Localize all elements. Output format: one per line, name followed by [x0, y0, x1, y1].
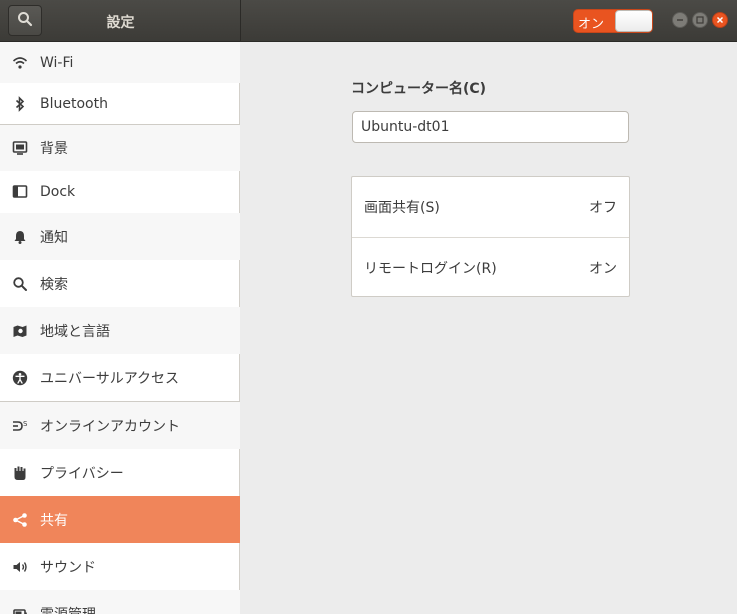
- sidebar-item-label: Dock: [40, 184, 76, 200]
- screen-sharing-status: オフ: [589, 200, 617, 216]
- sidebar-item-label: Wi-Fi: [40, 54, 74, 71]
- maximize-icon: [696, 12, 704, 28]
- sidebar-item-bluetooth[interactable]: Bluetooth: [0, 83, 240, 124]
- sidebar-item-search[interactable]: 検索: [0, 260, 240, 307]
- online-accounts-icon: S: [12, 418, 28, 434]
- sharing-toggle[interactable]: オン: [573, 9, 653, 33]
- sidebar-item-privacy[interactable]: プライバシー: [0, 449, 240, 496]
- sidebar-item-label: Bluetooth: [40, 95, 108, 112]
- share-icon: [12, 512, 28, 528]
- region-icon: [12, 323, 28, 339]
- sidebar-item-dock[interactable]: Dock: [0, 171, 240, 213]
- sidebar-item-notifications[interactable]: 通知: [0, 213, 240, 260]
- toggle-label: オン: [578, 17, 605, 32]
- minimize-button[interactable]: [672, 12, 688, 28]
- sidebar-item-online-accounts[interactable]: S オンラインアカウント: [0, 402, 240, 449]
- dock-icon: [12, 184, 28, 200]
- sidebar-item-label: 背景: [40, 141, 68, 157]
- computer-name-label: コンピューター名(C): [351, 81, 487, 97]
- bell-icon: [12, 229, 28, 245]
- sidebar-item-label: 電源管理: [40, 604, 96, 614]
- sidebar-header: 設定: [0, 0, 241, 42]
- screen-sharing-row[interactable]: 画面共有(S) オフ: [352, 177, 629, 237]
- remote-login-status: オン: [589, 260, 617, 277]
- toggle-knob: [615, 10, 652, 32]
- header-bar: 設定 共有 オン: [0, 0, 737, 614]
- sidebar-item-sound[interactable]: サウンド: [0, 543, 240, 590]
- sidebar-item-label: プライバシー: [40, 465, 124, 482]
- sidebar-item-label: 通知: [40, 229, 68, 246]
- settings-title: 設定: [106, 15, 135, 31]
- remote-login-label: リモートログイン(R): [364, 260, 497, 277]
- speaker-icon: [12, 559, 28, 575]
- accessibility-icon: [12, 370, 28, 386]
- svg-text:S: S: [23, 420, 28, 428]
- remote-login-row[interactable]: リモートログイン(R) オン: [352, 237, 629, 297]
- screen-sharing-label: 画面共有(S): [364, 200, 440, 216]
- sidebar-item-label: 検索: [40, 276, 68, 293]
- sidebar-item-label: オンラインアカウント: [40, 418, 180, 435]
- sharing-panel: コンピューター名(C) 画面共有(S) オフ リモートログイン(R) オン: [241, 42, 737, 614]
- privacy-hand-icon: [12, 465, 28, 481]
- sidebar-item-label: 地域と言語: [40, 323, 110, 340]
- sidebar: Wi-Fi Bluetooth 背景 Dock 通知 検索 地域と言語 ユニバー…: [0, 42, 240, 614]
- maximize-button[interactable]: [692, 12, 708, 28]
- sidebar-item-label: ユニバーサルアクセス: [40, 370, 180, 387]
- sidebar-item-label: サウンド: [40, 559, 96, 576]
- sidebar-item-wifi[interactable]: Wi-Fi: [0, 42, 240, 83]
- sidebar-item-label: 共有: [40, 512, 68, 529]
- wifi-icon: [12, 55, 28, 71]
- background-icon: [12, 140, 28, 156]
- bluetooth-icon: [12, 95, 28, 112]
- sidebar-item-power[interactable]: 電源管理: [0, 590, 240, 614]
- sidebar-item-sharing[interactable]: 共有: [0, 496, 240, 543]
- sidebar-item-background[interactable]: 背景: [0, 125, 240, 171]
- sharing-services-list: 画面共有(S) オフ リモートログイン(R) オン: [351, 176, 630, 297]
- close-icon: [716, 12, 724, 28]
- computer-name-field[interactable]: [352, 111, 629, 143]
- sidebar-item-region-language[interactable]: 地域と言語: [0, 307, 240, 354]
- search-icon: [12, 276, 28, 292]
- close-button[interactable]: [712, 12, 728, 28]
- sidebar-item-universal-access[interactable]: ユニバーサルアクセス: [0, 354, 240, 401]
- minimize-icon: [676, 12, 684, 28]
- power-icon: [12, 606, 28, 614]
